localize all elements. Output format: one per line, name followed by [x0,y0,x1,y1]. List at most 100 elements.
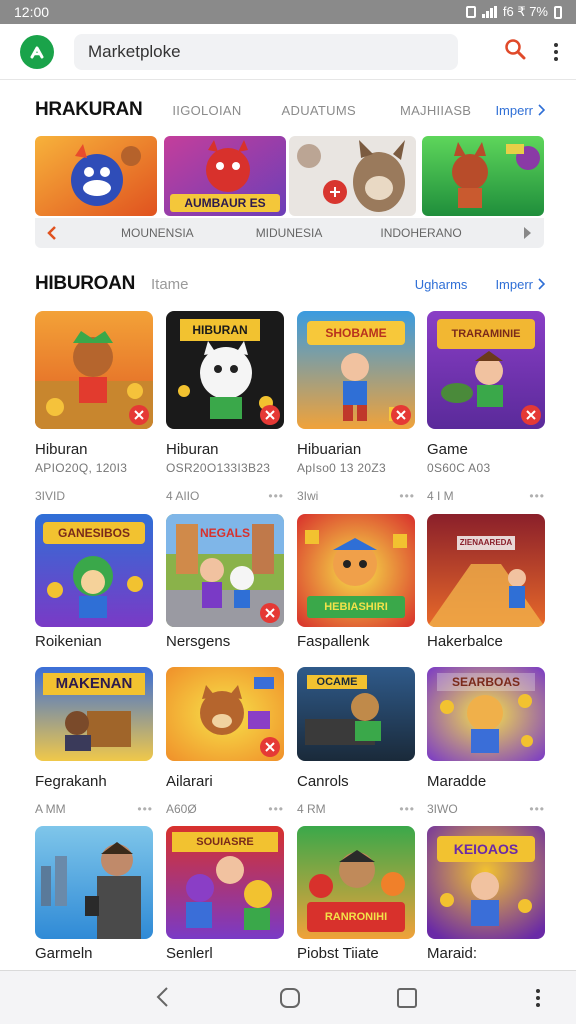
entertainment-link-2: Imperr [495,276,533,292]
entertainment-title: HIBUROAN [35,273,135,294]
app-meta: A60Ø ••• [166,802,284,816]
chevron-right-icon [538,278,545,290]
badge-icon [260,405,280,425]
app-title: Hakerbalce [427,633,503,650]
logo-icon[interactable] [20,34,54,69]
app-meta: 4 AIIO ••• [166,489,284,503]
featured-header: HRAKURAN IIGOLOIAN ADUATUMS MAJHIIASB Im… [35,98,545,122]
app-title: Roikenian [35,633,102,650]
app-meta: 4 I M ••• [427,489,545,503]
app-thumbnail: KEIOAOS [427,826,545,939]
app-meta-dots: ••• [268,802,284,816]
app-meta-dots: ••• [529,802,545,816]
app-card[interactable]: RANRONIHI Piobst Tiiate [297,826,415,962]
app-title: Maraid: [427,945,478,962]
featured-more-link[interactable]: Imperr [495,103,545,118]
app-thumbnail: RANRONIHI [297,826,415,939]
banner-4[interactable] [422,136,544,216]
app-meta-dots: ••• [399,489,415,503]
app-meta-text: 4 AIIO [166,489,200,503]
badge-icon [391,405,411,425]
app-thumbnail: HIBURAN [166,311,284,429]
app-meta: A MM ••• [35,802,153,816]
app-art-text: SHOBAME [325,326,387,340]
carousel-bar: MOUNENSIA MIDUNESIA INDOHERANO [35,218,544,248]
app-subtitle: APIO20Q, 120I3 [35,461,128,475]
app-card[interactable]: OCAME Canrols 4 RM ••• [297,667,415,816]
app-art-text: NEGALS [199,526,250,540]
app-title: Faspallenk [297,633,370,650]
app-card[interactable]: Garmeln [35,826,153,962]
recents-icon[interactable] [395,986,419,1010]
app-thumbnail: NEGALS [166,514,284,627]
app-thumbnail: SHOBAME [297,311,415,429]
entertainment-more-link[interactable]: Imperr [495,277,545,292]
signal-icon [481,6,497,18]
app-card[interactable]: HEBIASHIRI Faspallenk [297,514,415,650]
app-art-text: SOUIASRE [196,836,254,848]
app-title: Garmeln [35,945,93,962]
app-art-text: MAKENAN [55,675,133,692]
entertainment-subtitle: Itame [151,275,189,293]
app-subtitle: 0S60C A03 [427,461,491,475]
carousel-label-3[interactable]: INDOHERANO [380,226,461,240]
app-card[interactable]: HIBURAN Hiburan OSR20O133I3B23 4 AIIO ••• [166,311,284,503]
app-card[interactable]: MAKENAN Fegrakanh A MM ••• [35,667,153,816]
app-art-text: KEIOAOS [453,841,519,857]
entertainment-link-1[interactable]: Ugharms [415,277,468,292]
back-icon[interactable] [150,985,174,1009]
app-title: Canrols [297,773,349,790]
app-art-text: TRARAMINIE [451,328,521,340]
search-input[interactable]: Marketploke [74,33,458,70]
app-meta: 3IVID [35,489,153,503]
nav-more-icon[interactable] [530,986,546,1010]
app-title: Nersgens [166,633,231,650]
search-value: Marketploke [88,41,181,61]
app-card[interactable]: Hiburan APIO20Q, 120I3 3IVID [35,311,153,503]
tab-featured-1[interactable]: IIGOLOIAN [172,103,241,118]
app-card[interactable]: KEIOAOS Maraid: [427,826,545,962]
app-card[interactable]: SOUIASRE Senlerl [166,826,284,962]
home-icon[interactable] [278,986,302,1010]
more-vert-icon[interactable] [554,42,558,61]
sim-icon [465,6,476,18]
tab-featured-2[interactable]: ADUATUMS [282,103,356,118]
app-thumbnail: HEBIASHIRI [297,514,415,627]
app-title: Fegrakanh [35,773,107,790]
app-card[interactable]: SHOBAME Hibuarian ApIso0 13 20Z3 3Iwi ••• [297,311,415,503]
app-meta-text: 4 RM [297,802,326,816]
app-card[interactable]: ZIENAAREDA Hakerbalce [427,514,545,650]
app-title: Senlerl [166,945,213,962]
chevron-right-icon[interactable] [522,226,532,240]
app-thumbnail: ZIENAAREDA [427,514,545,627]
app-card[interactable]: TRARAMINIE Game 0S60C A03 4 I M ••• [427,311,545,503]
chevron-left-icon[interactable] [47,226,57,240]
app-art-text: SEARBOAS [451,675,520,689]
app-meta: 4 RM ••• [297,802,415,816]
featured-link-label: Imperr [495,102,533,118]
app-thumbnail: SEARBOAS [427,667,545,761]
app-meta-text: A60Ø [166,802,197,816]
carousel-label-2[interactable]: MIDUNESIA [256,226,323,240]
app-card[interactable]: NEGALS Nersgens [166,514,284,650]
banner-3[interactable] [289,136,416,216]
app-meta-dots: ••• [399,802,415,816]
featured-title: HRAKURAN [35,99,143,120]
app-card[interactable]: GANESIBOS Roikenian [35,514,153,650]
app-card[interactable]: SEARBOAS Maradde 3IWO ••• [427,667,545,816]
app-meta-text: 3Iwi [297,489,319,503]
app-art-text: RANRONIHI [324,911,388,923]
tab-featured-3[interactable]: MAJHIIASB [400,103,471,118]
app-bar: Marketploke [0,24,576,80]
app-title: Hiburan [35,441,88,458]
app-subtitle: OSR20O133I3B23 [166,461,271,475]
banner-1[interactable] [35,136,157,216]
app-thumbnail: MAKENAN [35,667,153,761]
app-card[interactable]: Ailarari A60Ø ••• [166,667,284,816]
badge-icon [521,405,541,425]
app-meta: 3IWO ••• [427,802,545,816]
status-bar: 12:00 f6 ₹ 7% [0,0,576,24]
banner-2[interactable]: AUMBAUR ES [164,136,286,216]
carousel-label-1[interactable]: MOUNENSIA [121,226,194,240]
search-icon[interactable] [504,38,526,65]
